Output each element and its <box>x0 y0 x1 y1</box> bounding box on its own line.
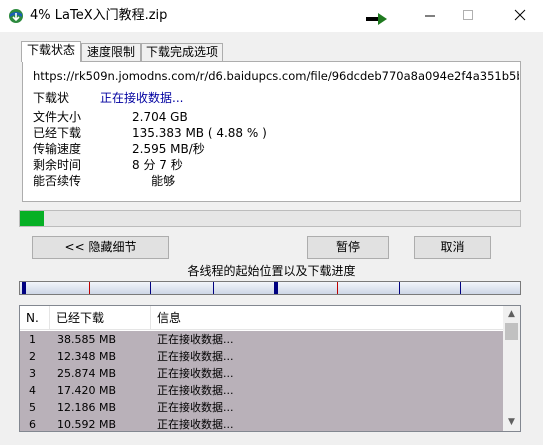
row-info: 正在接收数据... <box>157 333 234 346</box>
status-value: 正在接收数据... <box>100 91 184 105</box>
thread-start-marker <box>274 282 278 294</box>
downloaded-label: 已经下载 <box>33 126 82 140</box>
scroll-down-arrow-icon[interactable]: ▼ <box>503 414 520 431</box>
thread-start-marker <box>460 282 461 294</box>
download-url: https://rk509n.jomodns.com/r/d6.baidupcs… <box>33 69 519 83</box>
download-progress-fill <box>20 211 44 226</box>
file-size-row: 文件大小 2.704 GB <box>33 109 188 125</box>
row-number: 1 <box>29 333 36 346</box>
download-progress-bar <box>19 210 521 227</box>
table-row[interactable]: 4 17.420 MB 正在接收数据... <box>20 382 503 399</box>
resume-capability-label: 能否续传 <box>33 174 82 188</box>
row-downloaded: 12.186 MB <box>57 401 117 414</box>
row-downloaded: 17.420 MB <box>57 384 117 397</box>
tab-download-status[interactable]: 下载状态 <box>21 41 81 62</box>
table-row[interactable]: 6 10.592 MB 正在接收数据... <box>20 416 503 431</box>
row-downloaded: 10.592 MB <box>57 418 117 431</box>
table-row[interactable]: 3 25.874 MB 正在接收数据... <box>20 365 503 382</box>
download-status-panel: https://rk509n.jomodns.com/r/d6.baidupcs… <box>22 61 521 202</box>
idm-app-icon <box>9 9 23 23</box>
row-number: 6 <box>29 418 36 431</box>
row-info: 正在接收数据... <box>157 350 234 363</box>
file-size-label: 文件大小 <box>33 110 82 124</box>
row-downloaded: 38.585 MB <box>57 333 117 346</box>
pause-button[interactable]: 暂停 <box>307 236 389 259</box>
downloaded-value: 135.383 MB ( 4.88 % ) <box>132 126 267 140</box>
hide-details-button[interactable]: << 隐藏细节 <box>32 236 169 259</box>
tab-completion-options[interactable]: 下载完成选项 <box>141 43 223 62</box>
file-size-value: 2.704 GB <box>132 110 188 124</box>
column-header-downloaded[interactable]: 已经下载 <box>50 306 151 330</box>
row-downloaded: 25.874 MB <box>57 367 117 380</box>
resume-capability-row: 能否续传 能够 <box>33 173 175 189</box>
transfer-rate-value: 2.595 MB/秒 <box>132 142 205 156</box>
resume-capability-value: 能够 <box>132 174 176 188</box>
thread-start-marker <box>150 282 151 294</box>
title-bar: 4% LaTeX入门教程.zip <box>0 0 543 32</box>
maximize-button[interactable] <box>446 0 491 32</box>
tab-speed-limit[interactable]: 速度限制 <box>81 43 141 62</box>
column-header-info[interactable]: 信息 <box>151 306 503 330</box>
thread-start-marker <box>399 282 400 294</box>
thread-progress-bar <box>19 281 521 295</box>
scroll-up-arrow-icon[interactable]: ▲ <box>503 306 520 323</box>
time-left-label: 剩余时间 <box>33 158 82 172</box>
row-info: 正在接收数据... <box>157 418 234 431</box>
table-row[interactable]: 1 38.585 MB 正在接收数据... <box>20 331 503 348</box>
cancel-button[interactable]: 取消 <box>414 236 491 259</box>
thread-start-marker <box>213 282 214 294</box>
status-label: 下载状 <box>33 91 70 105</box>
row-info: 正在接收数据... <box>157 384 234 397</box>
row-number: 2 <box>29 350 36 363</box>
table-row[interactable]: 2 12.348 MB 正在接收数据... <box>20 348 503 365</box>
column-header-number[interactable]: N. <box>20 306 50 330</box>
scroll-thumb[interactable] <box>505 323 518 340</box>
download-arrow-icon <box>366 13 387 25</box>
table-row[interactable]: 5 12.186 MB 正在接收数据... <box>20 399 503 416</box>
time-left-row: 剩余时间 8 分 7 秒 <box>33 157 183 173</box>
thread-start-marker <box>89 282 90 294</box>
window-title: 4% LaTeX入门教程.zip <box>30 8 168 23</box>
thread-list[interactable]: N. 已经下载 信息 1 38.585 MB 正在接收数据... 2 12.34… <box>19 305 521 432</box>
downloaded-row: 已经下载 135.383 MB ( 4.88 % ) <box>33 125 267 141</box>
row-number: 4 <box>29 384 36 397</box>
transfer-rate-label: 传输速度 <box>33 142 82 156</box>
close-button[interactable] <box>498 0 543 32</box>
row-number: 5 <box>29 401 36 414</box>
row-downloaded: 12.348 MB <box>57 350 117 363</box>
transfer-rate-row: 传输速度 2.595 MB/秒 <box>33 141 205 157</box>
time-left-value: 8 分 7 秒 <box>132 158 183 172</box>
row-number: 3 <box>29 367 36 380</box>
threads-caption: 各线程的起始位置以及下载进度 <box>187 264 356 278</box>
row-info: 正在接收数据... <box>157 367 234 380</box>
row-info: 正在接收数据... <box>157 401 234 414</box>
thread-start-marker <box>22 282 26 294</box>
list-header: N. 已经下载 信息 <box>20 306 503 330</box>
list-scrollbar[interactable]: ▲ ▼ <box>503 306 520 431</box>
thread-start-marker <box>337 282 338 294</box>
